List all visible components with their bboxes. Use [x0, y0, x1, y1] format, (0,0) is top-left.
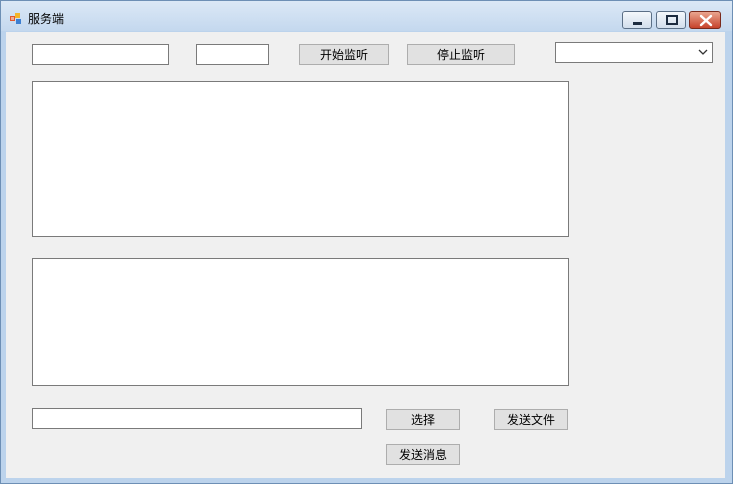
- app-window: 服务端 开始监听 停止监听 选择 发送文件 发送消息: [0, 0, 733, 484]
- send-message-button[interactable]: 发送消息: [386, 444, 460, 465]
- choose-file-button[interactable]: 选择: [386, 409, 460, 430]
- chevron-down-icon: [698, 49, 708, 55]
- app-icon: [10, 13, 21, 24]
- send-file-button[interactable]: 发送文件: [494, 409, 568, 430]
- ip-input[interactable]: [32, 44, 169, 65]
- window-title: 服务端: [28, 12, 65, 26]
- client-select[interactable]: [555, 42, 713, 63]
- minimize-icon: [633, 22, 642, 25]
- restore-icon: [666, 15, 678, 25]
- maximize-button[interactable]: [656, 11, 686, 29]
- close-button[interactable]: [689, 11, 721, 29]
- stop-listen-button[interactable]: 停止监听: [407, 44, 515, 65]
- client-area: 开始监听 停止监听 选择 发送文件 发送消息: [6, 32, 725, 478]
- file-path-input[interactable]: [32, 408, 362, 429]
- minimize-button[interactable]: [622, 11, 652, 29]
- start-listen-button[interactable]: 开始监听: [299, 44, 389, 65]
- log-textarea[interactable]: [32, 81, 569, 237]
- close-icon: [699, 14, 713, 27]
- port-input[interactable]: [196, 44, 269, 65]
- title-bar[interactable]: 服务端: [1, 1, 732, 31]
- message-textarea[interactable]: [32, 258, 569, 386]
